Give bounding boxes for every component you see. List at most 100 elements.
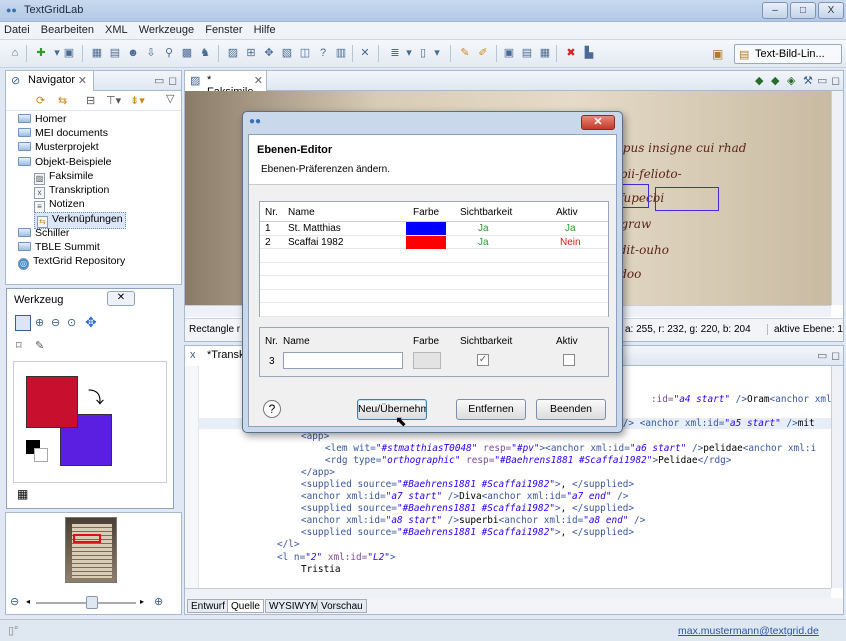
minimize-view-icon[interactable]: ▭	[817, 74, 827, 87]
tab-faksimile[interactable]: ▨ * Faksimile ✕	[185, 71, 267, 98]
close-tab-icon[interactable]: ✕	[254, 74, 263, 87]
dialog-close-button[interactable]: ✕	[581, 115, 615, 130]
cancel-icon[interactable]: ✕	[358, 46, 372, 60]
close-window-button[interactable]: X	[818, 2, 844, 19]
book-icon[interactable]: ▤	[108, 46, 122, 60]
slider-left-icon[interactable]: ◂	[26, 597, 30, 606]
link-editor-icon[interactable]: ⇆	[58, 94, 67, 107]
properties-icon[interactable]: ▙	[582, 46, 596, 60]
tab-mode-wysiwym[interactable]: WYSIWYM	[265, 599, 323, 613]
tab-mode-quelle[interactable]: Quelle	[227, 599, 264, 613]
save-as-icon[interactable]: ▤	[520, 46, 534, 60]
tree-item[interactable]: MEI documents	[18, 127, 108, 139]
tree-item[interactable]: Objekt-Beispiele	[18, 156, 111, 168]
image-tool-icon[interactable]: ▨	[226, 46, 240, 60]
compass-icon[interactable]: ✥	[262, 46, 276, 60]
viewport-indicator[interactable]	[73, 534, 101, 543]
tree-item[interactable]: x Transkription	[34, 184, 109, 199]
format-icon[interactable]: ≣	[388, 46, 402, 60]
move-icon[interactable]: ✥	[85, 314, 97, 331]
overview-thumbnail[interactable]	[65, 517, 117, 583]
menu-datei[interactable]: Datei	[0, 22, 34, 38]
home-icon[interactable]: ⌂	[8, 46, 22, 60]
photo-icon[interactable]: ▧	[280, 46, 294, 60]
link-icon[interactable]: ⊞	[244, 46, 258, 60]
save-icon[interactable]: ▣	[62, 46, 76, 60]
layer-row[interactable]: 1 St. Matthias Ja Ja	[260, 222, 608, 236]
maximize-view-icon[interactable]: ◻	[831, 349, 840, 362]
swap-colors-icon[interactable]: ⤵	[88, 384, 104, 408]
close-werkzeug-button[interactable]: ✕	[107, 291, 135, 306]
image-icon[interactable]: ▩	[180, 46, 194, 60]
menu-fenster[interactable]: Fenster	[201, 22, 246, 38]
close-tab-icon[interactable]: ✕	[78, 74, 87, 87]
new-color-swatch[interactable]	[413, 352, 441, 369]
menu-xml[interactable]: XML	[101, 22, 132, 38]
horizontal-scrollbar[interactable]	[185, 588, 831, 598]
import-icon[interactable]: ⇩	[144, 46, 158, 60]
slider-right-icon[interactable]: ▸	[140, 597, 144, 606]
dropdown-icon[interactable]: ▾	[430, 46, 444, 60]
menu-bearbeiten[interactable]: Bearbeiten	[37, 22, 98, 38]
grid-toggle-icon[interactable]: ▦	[17, 487, 28, 501]
tree-item[interactable]: Schiller	[18, 227, 69, 239]
people-icon[interactable]: ☻	[126, 46, 140, 60]
new-active-checkbox[interactable]	[563, 354, 575, 366]
quit-button[interactable]: Beenden	[536, 399, 606, 420]
new-name-input[interactable]	[283, 352, 403, 369]
minimize-view-icon[interactable]: ▭	[817, 349, 827, 362]
default-white-swatch[interactable]	[34, 448, 48, 462]
pen-tool-icon[interactable]: ✎	[35, 339, 44, 352]
wrench-icon[interactable]: ⚒	[803, 74, 813, 87]
minimize-button[interactable]: –	[762, 2, 788, 19]
zoom-icon[interactable]: ⊙	[67, 316, 76, 329]
remove-button[interactable]: Entfernen	[456, 399, 526, 420]
layer-color-swatch[interactable]	[406, 235, 446, 249]
vertical-scrollbar[interactable]	[831, 366, 843, 588]
vertical-scrollbar[interactable]	[831, 91, 843, 305]
grid-icon[interactable]: ▦	[90, 46, 104, 60]
foreground-color-swatch[interactable]	[26, 376, 78, 428]
help-icon[interactable]: ?	[316, 46, 330, 60]
pencil-icon[interactable]: ✎	[458, 46, 472, 60]
tab-navigator[interactable]: ⊘ Navigator ✕	[6, 71, 94, 91]
new-visibility-checkbox[interactable]: ✓	[477, 354, 489, 366]
zoom-out-icon[interactable]: ⊖	[51, 316, 60, 329]
open-perspective-icon[interactable]: ▣	[712, 47, 723, 61]
tree-item[interactable]: ◎ TextGrid Repository	[18, 255, 125, 270]
layer-color-swatch[interactable]	[406, 222, 446, 235]
layer-row[interactable]: 2 Scaffai 1982 Ja Nein	[260, 235, 608, 249]
save-all-icon[interactable]: ▣	[502, 46, 516, 60]
polygon-tool-icon[interactable]: ⌑	[16, 339, 22, 352]
maximize-button[interactable]: □	[790, 2, 816, 19]
layer-icon[interactable]: ◆	[755, 74, 763, 87]
tree-item[interactable]: ≡ Notizen	[34, 198, 85, 214]
tree-item[interactable]: Homer	[18, 113, 67, 125]
refresh-icon[interactable]: ⟳	[36, 94, 45, 107]
sync-icon[interactable]: ⇟▾	[130, 94, 145, 107]
zoom-in-icon[interactable]: ⊕	[35, 316, 44, 329]
panel-icon[interactable]: ▥	[334, 46, 348, 60]
new-icon[interactable]: ✚	[34, 46, 48, 60]
rectangle-tool-icon[interactable]	[15, 315, 31, 331]
layer-add-icon[interactable]: ◆	[771, 74, 779, 87]
tree-item[interactable]: ▨ Faksimile	[34, 170, 93, 185]
help-button[interactable]: ?	[263, 400, 281, 418]
tree-item[interactable]: TBLE Summit	[18, 241, 100, 253]
window-icon[interactable]: ◫	[298, 46, 312, 60]
tab-mode-vorschau[interactable]: Vorschau	[317, 599, 367, 613]
zoom-out-icon[interactable]: ⊖	[10, 595, 19, 608]
search-icon[interactable]: ⚲	[162, 46, 176, 60]
perspective-switcher[interactable]: ▤ Text-Bild-Lin...	[734, 44, 842, 64]
collapse-icon[interactable]: ⊟	[86, 94, 95, 107]
tree-item[interactable]: Musterprojekt	[18, 141, 99, 153]
new-apply-button[interactable]: Neu/Übernehmen	[357, 399, 427, 420]
filter-icon[interactable]: ⊤▾	[106, 94, 121, 107]
dropdown-icon[interactable]: ▾	[402, 46, 416, 60]
document-icon[interactable]: ▯	[416, 46, 430, 60]
tab-mode-entwurf[interactable]: Entwurf	[187, 599, 229, 613]
zoom-in-icon[interactable]: ⊕	[154, 595, 163, 608]
maximize-view-icon[interactable]: ◻	[831, 74, 840, 87]
view-menu-icon[interactable]: ▽	[166, 92, 174, 105]
menu-hilfe[interactable]: Hilfe	[250, 22, 280, 38]
